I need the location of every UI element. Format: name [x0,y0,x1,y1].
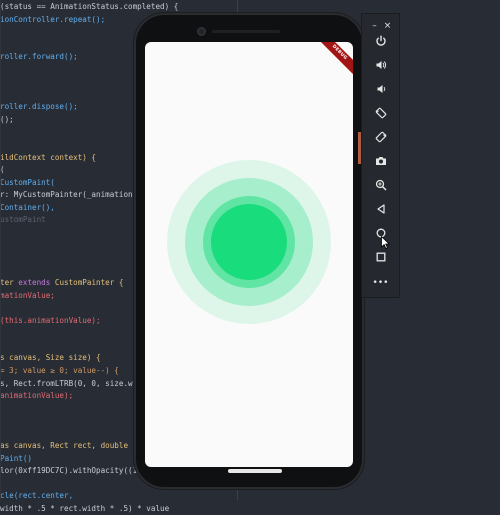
code-line: ter extends CustomPainter { [0,276,123,289]
zoom-in-icon[interactable] [362,175,399,195]
power-icon[interactable] [362,31,399,51]
code-line: ildContext context) { [0,151,96,164]
code-token: (this.animationValue); [0,315,101,325]
code-line: mationValue; [0,289,55,302]
mouse-cursor-icon [381,236,390,249]
code-token: (); [0,114,14,124]
code-line: cle(rect.center, [0,489,73,502]
code-token: mationValue; [0,290,55,300]
code-token: ter [0,278,19,288]
volume-down-icon[interactable] [362,79,399,99]
code-token: ildContext context) { [0,152,97,162]
code-line: animationValue); [0,389,73,402]
code-token: = 3; value ≥ 0; value--) { [0,365,119,375]
code-line: = 3; value ≥ 0; value--) { [0,364,119,377]
editor-gutter [0,0,1,500]
code-line: roller.dispose(); [0,100,78,113]
code-token: extends [18,278,55,288]
code-line: (status == AnimationStatus.completed) { [0,0,178,13]
emulator-toolbar: – × ••• [361,13,400,298]
camera-icon[interactable] [362,151,399,171]
code-token: Paint() [0,453,33,463]
code-token: CustomPainter { [54,278,124,288]
debug-banner: DEBUG [312,42,353,80]
code-line: s canvas, Size size) { [0,351,101,364]
code-token: cle(rect.center, [0,491,74,501]
code-token: ustomPaint [0,215,46,225]
code-token: width * .5 * rect.width * .5) * value [0,504,170,513]
front-camera-icon [197,27,206,36]
rotate-left-icon[interactable] [362,103,399,123]
volume-up-icon[interactable] [362,55,399,75]
overview-icon[interactable] [362,247,399,267]
code-line: width * .5 * rect.width * .5) * value [0,502,169,515]
more-icon[interactable]: ••• [362,273,399,293]
app-screen[interactable]: DEBUG [145,42,353,467]
code-line: ustomPaint [0,213,46,226]
code-token: animationValue); [0,391,74,401]
code-token: (status == AnimationStatus.completed) { [0,2,179,11]
ripple-ring [211,204,287,280]
code-line: (); [0,113,14,126]
rotate-right-icon[interactable] [362,127,399,147]
code-token: roller.dispose(); [0,102,78,112]
code-line: roller.forward(); [0,50,78,63]
back-icon[interactable] [362,199,399,219]
code-token: roller.forward(); [0,52,78,62]
code-line: ionController.repeat(); [0,13,105,26]
code-line: CustomPaint( [0,176,55,189]
code-line: (this.animationValue); [0,314,101,327]
gesture-home-bar[interactable] [228,469,282,473]
code-token: s canvas, Size size) { [0,353,101,363]
code-token: CustomPaint( [0,177,55,187]
code-token: Container(), [0,202,55,212]
code-token: ionController.repeat(); [0,14,106,24]
code-line: Container(), [0,201,55,214]
code-line: Paint() [0,452,32,465]
earpiece-speaker [212,30,280,33]
